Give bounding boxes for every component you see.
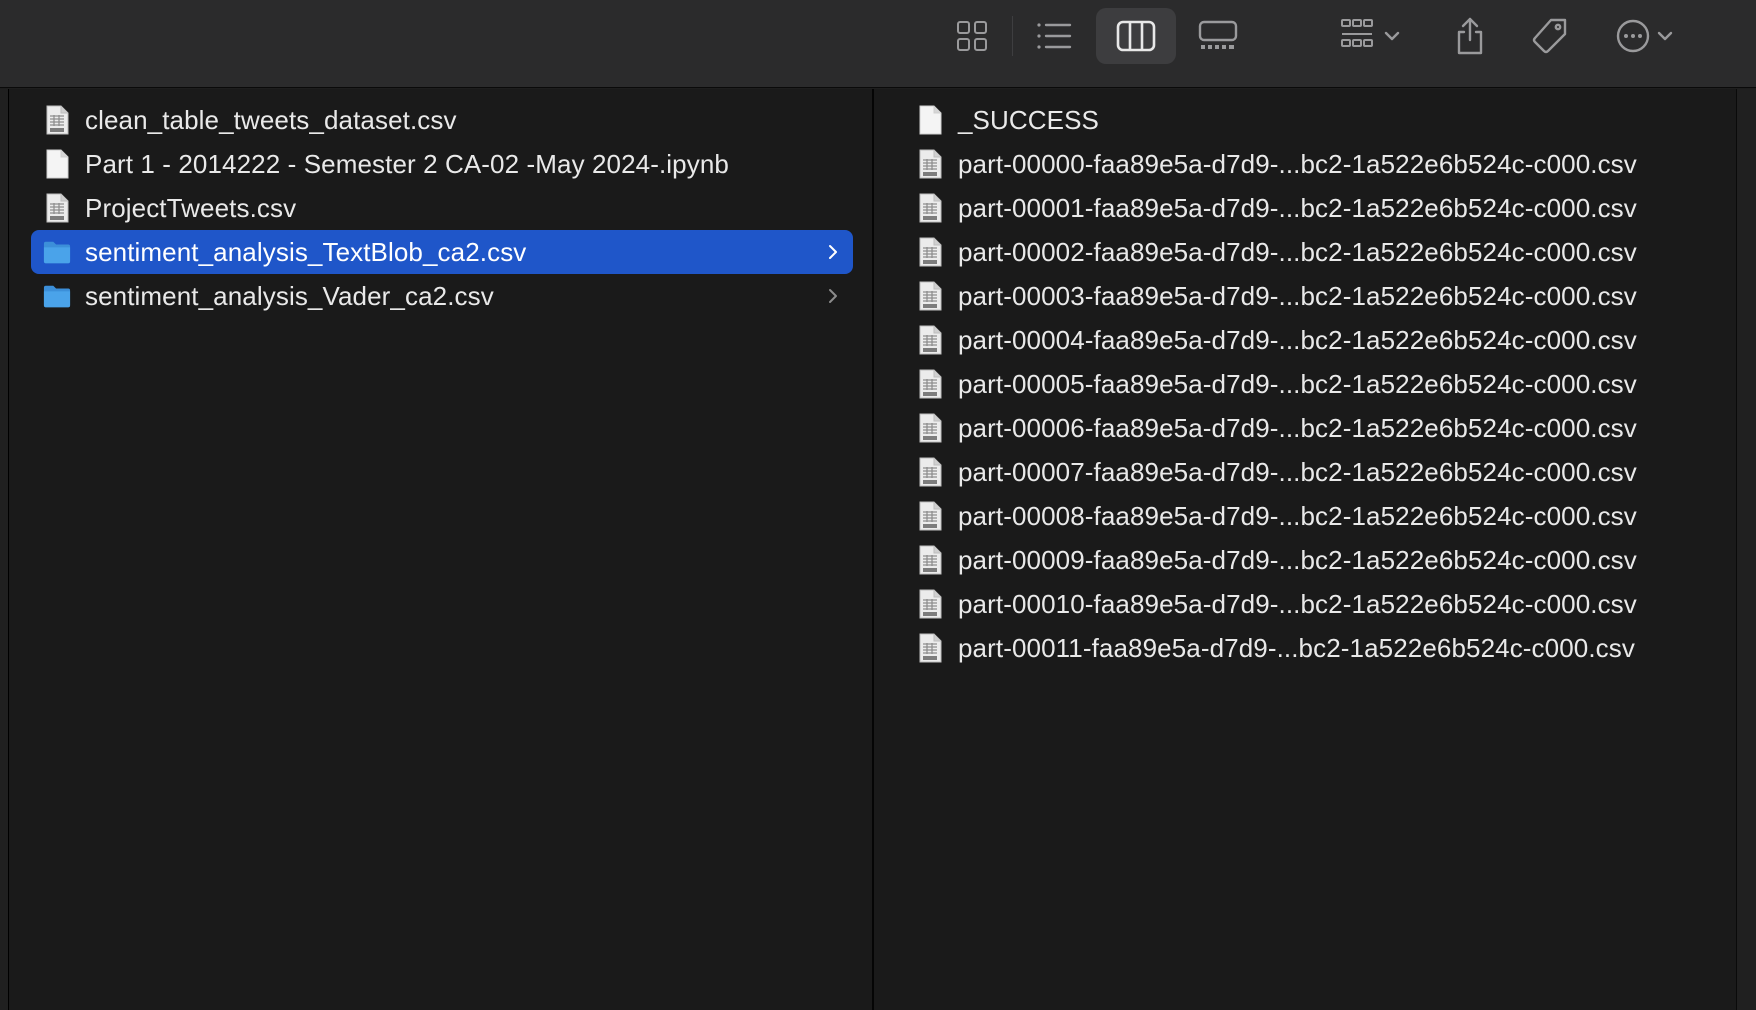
file-item[interactable]: part-00001-faa89e5a-d7d9-...bc2-1a522e6b… xyxy=(904,186,1704,230)
file-item[interactable]: part-00003-faa89e5a-d7d9-...bc2-1a522e6b… xyxy=(904,274,1704,318)
file-name: part-00005-faa89e5a-d7d9-...bc2-1a522e6b… xyxy=(958,368,1637,399)
csv-file-icon xyxy=(916,148,944,180)
icon-view-icon xyxy=(957,21,987,51)
tag-icon xyxy=(1532,18,1567,54)
chevron-down-icon xyxy=(1657,31,1673,41)
window-left-edge xyxy=(0,89,8,1010)
file-name: sentiment_analysis_TextBlob_ca2.csv xyxy=(85,236,527,267)
file-item[interactable]: part-00009-faa89e5a-d7d9-...bc2-1a522e6b… xyxy=(904,538,1704,582)
file-name: part-00010-faa89e5a-d7d9-...bc2-1a522e6b… xyxy=(958,588,1637,619)
share-icon xyxy=(1457,17,1483,55)
disclosure-chevron xyxy=(827,274,839,318)
group-by-icon xyxy=(1341,19,1373,47)
file-name: part-00001-faa89e5a-d7d9-...bc2-1a522e6b… xyxy=(958,192,1637,223)
chevron-right-icon xyxy=(829,289,837,303)
file-name: part-00003-faa89e5a-d7d9-...bc2-1a522e6b… xyxy=(958,280,1637,311)
csv-file-icon xyxy=(916,632,944,664)
file-name: part-00008-faa89e5a-d7d9-...bc2-1a522e6b… xyxy=(958,500,1637,531)
csv-file-icon xyxy=(916,500,944,532)
folder-item[interactable]: sentiment_analysis_TextBlob_ca2.csv xyxy=(31,230,853,274)
chevron-right-icon xyxy=(829,245,837,259)
more-actions-icon xyxy=(1616,19,1650,53)
file-item[interactable]: part-00005-faa89e5a-d7d9-...bc2-1a522e6b… xyxy=(904,362,1704,406)
csv-file-icon xyxy=(916,544,944,576)
file-item[interactable]: part-00004-faa89e5a-d7d9-...bc2-1a522e6b… xyxy=(904,318,1704,362)
file-name: part-00004-faa89e5a-d7d9-...bc2-1a522e6b… xyxy=(958,324,1637,355)
group-by-button[interactable] xyxy=(1330,8,1410,64)
chevron-down-icon xyxy=(1384,31,1400,41)
file-name: ProjectTweets.csv xyxy=(85,192,297,223)
file-item[interactable]: part-00000-faa89e5a-d7d9-...bc2-1a522e6b… xyxy=(904,142,1704,186)
more-actions-button[interactable] xyxy=(1604,8,1684,64)
gallery-view-button[interactable] xyxy=(1182,8,1254,64)
file-name: part-00006-faa89e5a-d7d9-...bc2-1a522e6b… xyxy=(958,412,1637,443)
csv-file-icon xyxy=(916,588,944,620)
csv-file-icon xyxy=(916,456,944,488)
column-pane-parent: clean_table_tweets_dataset.csv Part 1 - … xyxy=(8,89,872,1010)
icon-view-button[interactable] xyxy=(940,8,1004,64)
file-item[interactable]: part-00002-faa89e5a-d7d9-...bc2-1a522e6b… xyxy=(904,230,1704,274)
disclosure-chevron xyxy=(827,230,839,274)
file-name: part-00000-faa89e5a-d7d9-...bc2-1a522e6b… xyxy=(958,148,1637,179)
toolbar-separator xyxy=(1012,16,1013,56)
gallery-view-icon xyxy=(1198,20,1238,49)
file-item[interactable]: clean_table_tweets_dataset.csv xyxy=(31,98,853,142)
blank-file-icon xyxy=(916,104,944,136)
column-view-icon xyxy=(1116,20,1156,52)
csv-file-icon xyxy=(916,368,944,400)
list-view-button[interactable] xyxy=(1020,8,1088,64)
file-name: sentiment_analysis_Vader_ca2.csv xyxy=(85,280,494,311)
file-name: clean_table_tweets_dataset.csv xyxy=(85,104,457,135)
file-name: part-00002-faa89e5a-d7d9-...bc2-1a522e6b… xyxy=(958,236,1637,267)
file-item[interactable]: part-00008-faa89e5a-d7d9-...bc2-1a522e6b… xyxy=(904,494,1704,538)
column-pane-contents: _SUCCESS part-00000-faa89e5a-d7d9-...bc2… xyxy=(874,89,1736,1010)
file-name: _SUCCESS xyxy=(958,104,1099,135)
file-item[interactable]: part-00007-faa89e5a-d7d9-...bc2-1a522e6b… xyxy=(904,450,1704,494)
file-name: part-00007-faa89e5a-d7d9-...bc2-1a522e6b… xyxy=(958,456,1637,487)
tag-button[interactable] xyxy=(1518,8,1582,64)
folder-item[interactable]: sentiment_analysis_Vader_ca2.csv xyxy=(31,274,853,318)
csv-file-icon xyxy=(916,324,944,356)
file-item[interactable]: Part 1 - 2014222 - Semester 2 CA-02 -May… xyxy=(31,142,853,186)
csv-file-icon xyxy=(916,412,944,444)
folder-icon xyxy=(43,236,71,268)
csv-file-icon xyxy=(916,280,944,312)
share-button[interactable] xyxy=(1440,8,1500,64)
folder-icon xyxy=(43,280,71,312)
file-name: part-00009-faa89e5a-d7d9-...bc2-1a522e6b… xyxy=(958,544,1637,575)
finder-toolbar xyxy=(0,0,1756,88)
file-item[interactable]: part-00006-faa89e5a-d7d9-...bc2-1a522e6b… xyxy=(904,406,1704,450)
file-name: Part 1 - 2014222 - Semester 2 CA-02 -May… xyxy=(85,148,729,179)
file-item[interactable]: part-00010-faa89e5a-d7d9-...bc2-1a522e6b… xyxy=(904,582,1704,626)
column-view-button[interactable] xyxy=(1096,8,1176,64)
list-view-icon xyxy=(1037,23,1072,49)
blank-file-icon xyxy=(43,148,71,180)
file-item[interactable]: part-00011-faa89e5a-d7d9-...bc2-1a522e6b… xyxy=(904,626,1704,670)
file-item[interactable]: ProjectTweets.csv xyxy=(31,186,853,230)
empty-column xyxy=(1736,89,1756,1010)
csv-file-icon xyxy=(916,192,944,224)
csv-file-icon xyxy=(43,104,71,136)
csv-file-icon xyxy=(916,236,944,268)
csv-file-icon xyxy=(43,192,71,224)
file-name: part-00011-faa89e5a-d7d9-...bc2-1a522e6b… xyxy=(958,632,1635,663)
file-item[interactable]: _SUCCESS xyxy=(904,98,1704,142)
